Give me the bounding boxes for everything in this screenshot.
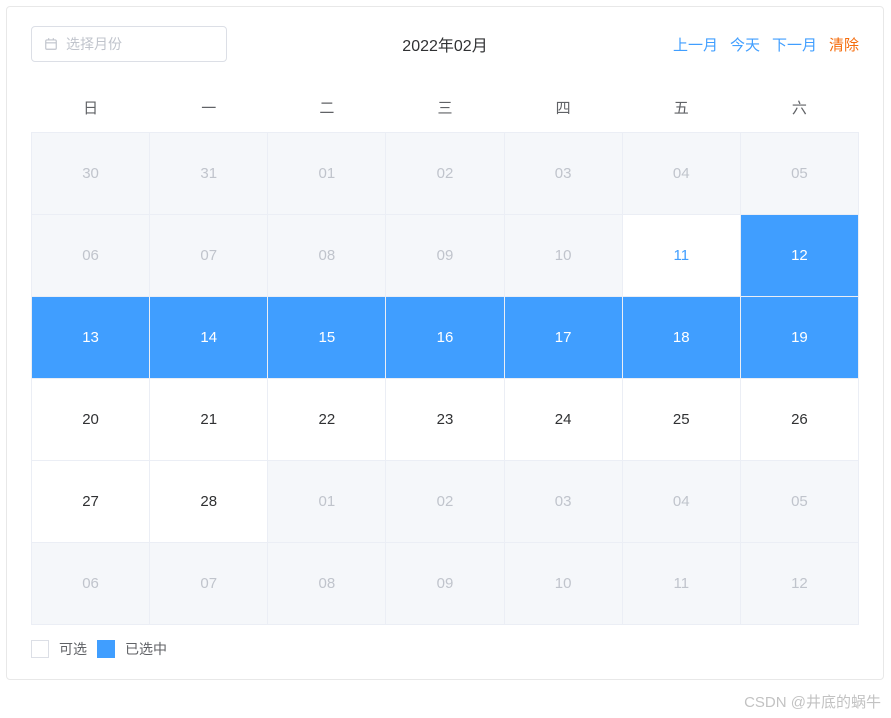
calendar-header: 选择月份 2022年02月 上一月 今天 下一月 清除	[31, 25, 859, 63]
calendar-day-cell[interactable]: 22	[268, 379, 386, 461]
calendar-icon	[44, 37, 58, 51]
calendar-day-cell[interactable]: 31	[150, 133, 268, 215]
calendar-day-cell[interactable]: 27	[32, 461, 150, 543]
calendar-day-cell[interactable]: 06	[32, 543, 150, 625]
weekday-header: 三	[386, 83, 504, 133]
calendar-day-cell[interactable]: 10	[504, 543, 622, 625]
calendar-day-cell[interactable]: 18	[622, 297, 740, 379]
today-link[interactable]: 今天	[730, 34, 760, 55]
calendar-week-row: 20212223242526	[32, 379, 859, 461]
calendar-day-cell[interactable]: 28	[150, 461, 268, 543]
weekday-header: 六	[740, 83, 858, 133]
calendar-day-cell[interactable]: 17	[504, 297, 622, 379]
calendar-day-cell[interactable]: 01	[268, 133, 386, 215]
month-picker-placeholder: 选择月份	[66, 34, 122, 54]
calendar-nav: 上一月 今天 下一月 清除	[673, 34, 859, 55]
calendar-day-cell[interactable]: 23	[386, 379, 504, 461]
calendar-day-cell[interactable]: 20	[32, 379, 150, 461]
month-picker-input[interactable]: 选择月份	[31, 26, 227, 62]
calendar-day-cell[interactable]: 12	[740, 543, 858, 625]
calendar-week-row: 13141516171819	[32, 297, 859, 379]
calendar-week-row: 27280102030405	[32, 461, 859, 543]
weekday-header: 二	[268, 83, 386, 133]
calendar-day-cell[interactable]: 04	[622, 461, 740, 543]
calendar-day-cell[interactable]: 16	[386, 297, 504, 379]
calendar-day-cell[interactable]: 09	[386, 543, 504, 625]
clear-link[interactable]: 清除	[829, 34, 859, 55]
calendar-day-cell[interactable]: 09	[386, 215, 504, 297]
calendar-grid: 日 一 二 三 四 五 六 30310102030405060708091011…	[31, 83, 859, 625]
calendar-day-cell[interactable]: 08	[268, 215, 386, 297]
calendar-week-row: 06070809101112	[32, 543, 859, 625]
calendar-day-cell[interactable]: 11	[622, 215, 740, 297]
calendar-day-cell[interactable]: 10	[504, 215, 622, 297]
calendar-day-cell[interactable]: 08	[268, 543, 386, 625]
calendar-day-cell[interactable]: 07	[150, 215, 268, 297]
weekday-header: 一	[150, 83, 268, 133]
calendar-day-cell[interactable]: 06	[32, 215, 150, 297]
weekday-header: 四	[504, 83, 622, 133]
legend-label-selected: 已选中	[125, 639, 167, 659]
watermark: CSDN @井底的蜗牛	[744, 691, 881, 712]
legend-swatch-selected	[97, 640, 115, 658]
calendar-card: 选择月份 2022年02月 上一月 今天 下一月 清除 日 一 二 三 四 五 …	[6, 6, 884, 680]
calendar-day-cell[interactable]: 11	[622, 543, 740, 625]
calendar-day-cell[interactable]: 03	[504, 133, 622, 215]
calendar-day-cell[interactable]: 19	[740, 297, 858, 379]
current-month-title: 2022年02月	[402, 32, 487, 56]
weekday-row: 日 一 二 三 四 五 六	[32, 83, 859, 133]
prev-month-link[interactable]: 上一月	[673, 34, 718, 55]
legend: 可选 已选中	[31, 639, 859, 659]
calendar-day-cell[interactable]: 05	[740, 461, 858, 543]
calendar-day-cell[interactable]: 02	[386, 133, 504, 215]
calendar-day-cell[interactable]: 13	[32, 297, 150, 379]
legend-label-available: 可选	[59, 639, 87, 659]
weekday-header: 日	[32, 83, 150, 133]
calendar-day-cell[interactable]: 05	[740, 133, 858, 215]
calendar-week-row: 06070809101112	[32, 215, 859, 297]
calendar-day-cell[interactable]: 03	[504, 461, 622, 543]
calendar-week-row: 30310102030405	[32, 133, 859, 215]
next-month-link[interactable]: 下一月	[772, 34, 817, 55]
calendar-day-cell[interactable]: 30	[32, 133, 150, 215]
calendar-day-cell[interactable]: 02	[386, 461, 504, 543]
calendar-day-cell[interactable]: 04	[622, 133, 740, 215]
calendar-day-cell[interactable]: 15	[268, 297, 386, 379]
calendar-day-cell[interactable]: 21	[150, 379, 268, 461]
weekday-header: 五	[622, 83, 740, 133]
calendar-day-cell[interactable]: 26	[740, 379, 858, 461]
legend-swatch-available	[31, 640, 49, 658]
calendar-day-cell[interactable]: 12	[740, 215, 858, 297]
calendar-day-cell[interactable]: 25	[622, 379, 740, 461]
calendar-day-cell[interactable]: 24	[504, 379, 622, 461]
calendar-day-cell[interactable]: 07	[150, 543, 268, 625]
calendar-day-cell[interactable]: 14	[150, 297, 268, 379]
calendar-day-cell[interactable]: 01	[268, 461, 386, 543]
